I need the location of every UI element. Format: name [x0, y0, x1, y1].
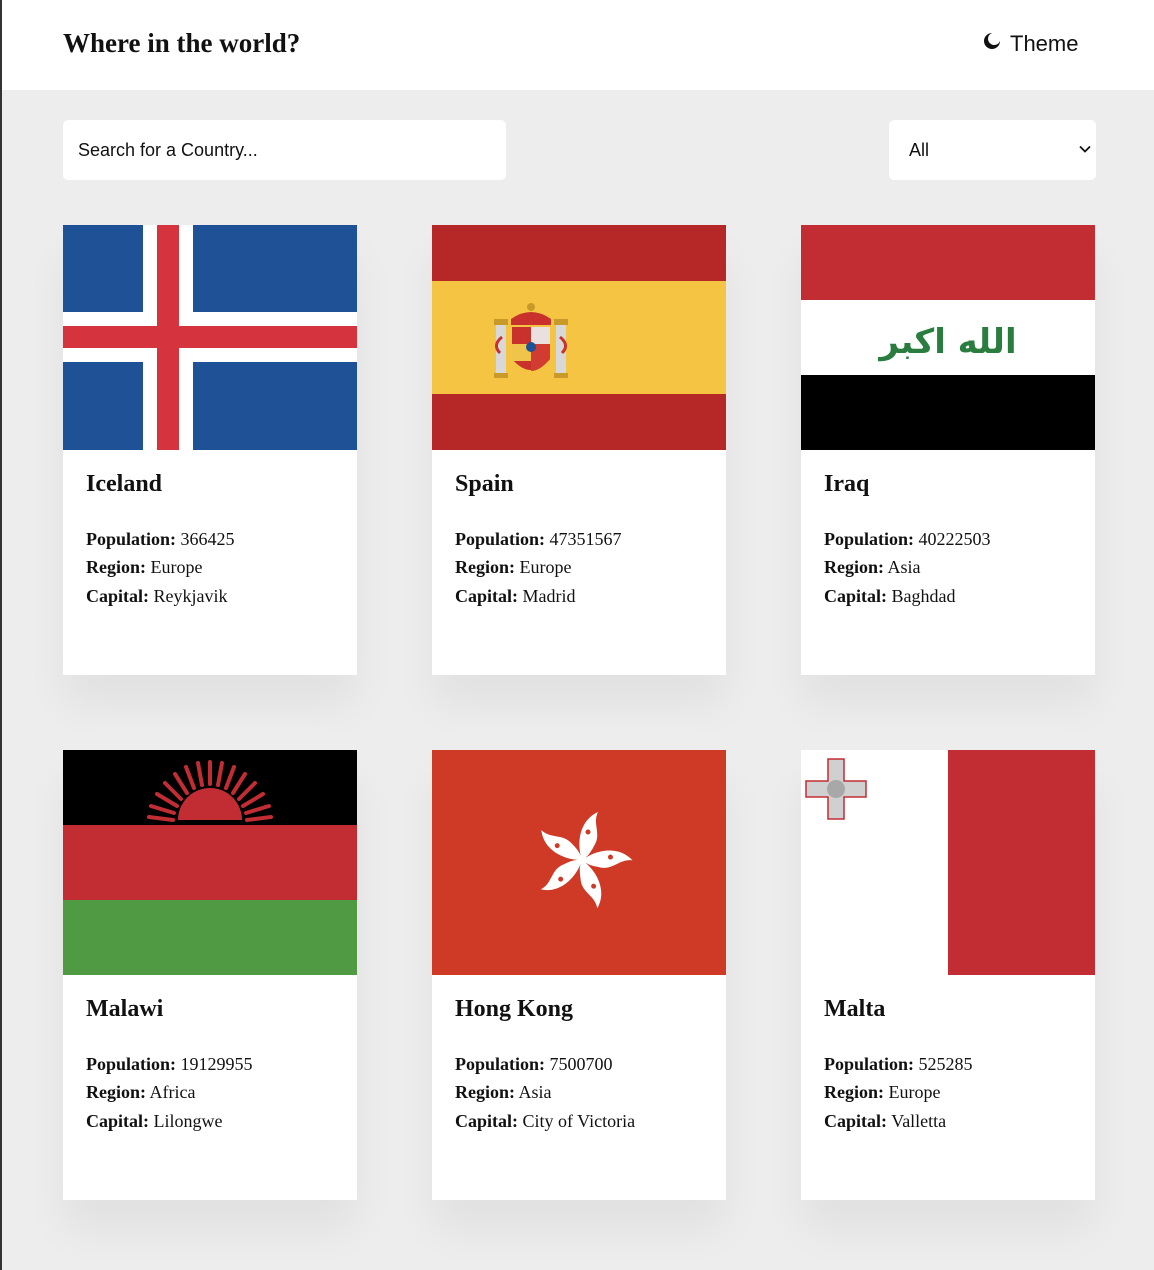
population-value: 366425	[180, 528, 235, 549]
country-name: Iraq	[824, 471, 870, 497]
region-value: Europe	[519, 557, 572, 578]
flag-malawi	[63, 750, 357, 975]
capital-row: Capital: Lilongwe	[86, 1110, 223, 1131]
country-card-spain[interactable]: Spain Population: 47351567 Region: Europ…	[432, 225, 726, 675]
country-name: Spain	[455, 471, 514, 497]
header: Where in the world? Theme	[2, 0, 1154, 90]
region-row: Region: Europe	[455, 557, 572, 578]
country-card-malta[interactable]: Malta Population: 525285 Region: Europe …	[801, 750, 1095, 1200]
country-card-hong-kong[interactable]: Hong Kong Population: 7500700 Region: As…	[432, 750, 726, 1200]
population-value: 19129955	[180, 1053, 253, 1074]
moon-icon	[982, 31, 1002, 57]
region-value: Asia	[887, 557, 921, 578]
capital-value: Lilongwe	[153, 1110, 223, 1131]
population-row: Population: 19129955	[86, 1053, 253, 1074]
capital-value: Valletta	[891, 1110, 947, 1131]
capital-row: Capital: Madrid	[455, 585, 576, 606]
capital-value: Madrid	[522, 585, 576, 606]
country-name: Malawi	[86, 996, 164, 1022]
theme-label: Theme	[1010, 31, 1079, 56]
population-value: 7500700	[549, 1053, 613, 1074]
search-input[interactable]	[63, 120, 506, 180]
region-value: Africa	[149, 1082, 196, 1103]
population-row: Population: 40222503	[824, 528, 991, 549]
region-value: Europe	[150, 557, 203, 578]
flag-iceland	[63, 225, 357, 450]
country-card-malawi[interactable]: Malawi Population: 19129955 Region: Afri…	[63, 750, 357, 1200]
capital-row: Capital: Baghdad	[824, 585, 956, 606]
region-filter-select[interactable]: All	[889, 120, 1096, 180]
region-row: Region: Africa	[86, 1082, 196, 1103]
region-filter-value: All	[909, 140, 930, 160]
search-box	[63, 120, 506, 180]
capital-value: Baghdad	[891, 585, 956, 606]
capital-row: Capital: Valletta	[824, 1110, 947, 1131]
capital-value: Reykjavik	[153, 585, 228, 606]
region-row: Region: Asia	[824, 557, 921, 578]
capital-value: City of Victoria	[522, 1110, 636, 1131]
region-value: Europe	[888, 1082, 941, 1103]
population-value: 47351567	[549, 528, 622, 549]
country-name: Hong Kong	[455, 996, 574, 1022]
population-row: Population: 366425	[86, 528, 235, 549]
region-row: Region: Asia	[455, 1082, 552, 1103]
population-row: Population: 47351567	[455, 528, 622, 549]
region-value: Asia	[518, 1082, 552, 1103]
population-value: 525285	[918, 1053, 973, 1074]
flag-malta	[801, 750, 1095, 975]
flag-spain	[432, 225, 726, 450]
country-name: Malta	[824, 996, 886, 1022]
app-title: Where in the world?	[63, 28, 301, 58]
country-name: Iceland	[86, 471, 163, 497]
population-row: Population: 525285	[824, 1053, 973, 1074]
theme-toggle-button[interactable]: Theme	[982, 31, 1078, 57]
capital-row: Capital: Reykjavik	[86, 585, 228, 606]
flag-iraq: الله اكبر	[801, 225, 1095, 450]
country-card-iceland[interactable]: Iceland Population: 366425 Region: Europ…	[63, 225, 357, 675]
region-row: Region: Europe	[824, 1082, 941, 1103]
region-row: Region: Europe	[86, 557, 203, 578]
capital-row: Capital: City of Victoria	[455, 1110, 636, 1131]
country-card-iraq[interactable]: الله اكبر Iraq Population: 40222503 Regi…	[801, 225, 1095, 675]
chevron-down-icon	[1079, 145, 1091, 153]
flag-hong-kong	[432, 750, 726, 975]
iraq-flag-inscription: الله اكبر	[877, 322, 1016, 362]
population-value: 40222503	[918, 528, 991, 549]
population-row: Population: 7500700	[455, 1053, 613, 1074]
